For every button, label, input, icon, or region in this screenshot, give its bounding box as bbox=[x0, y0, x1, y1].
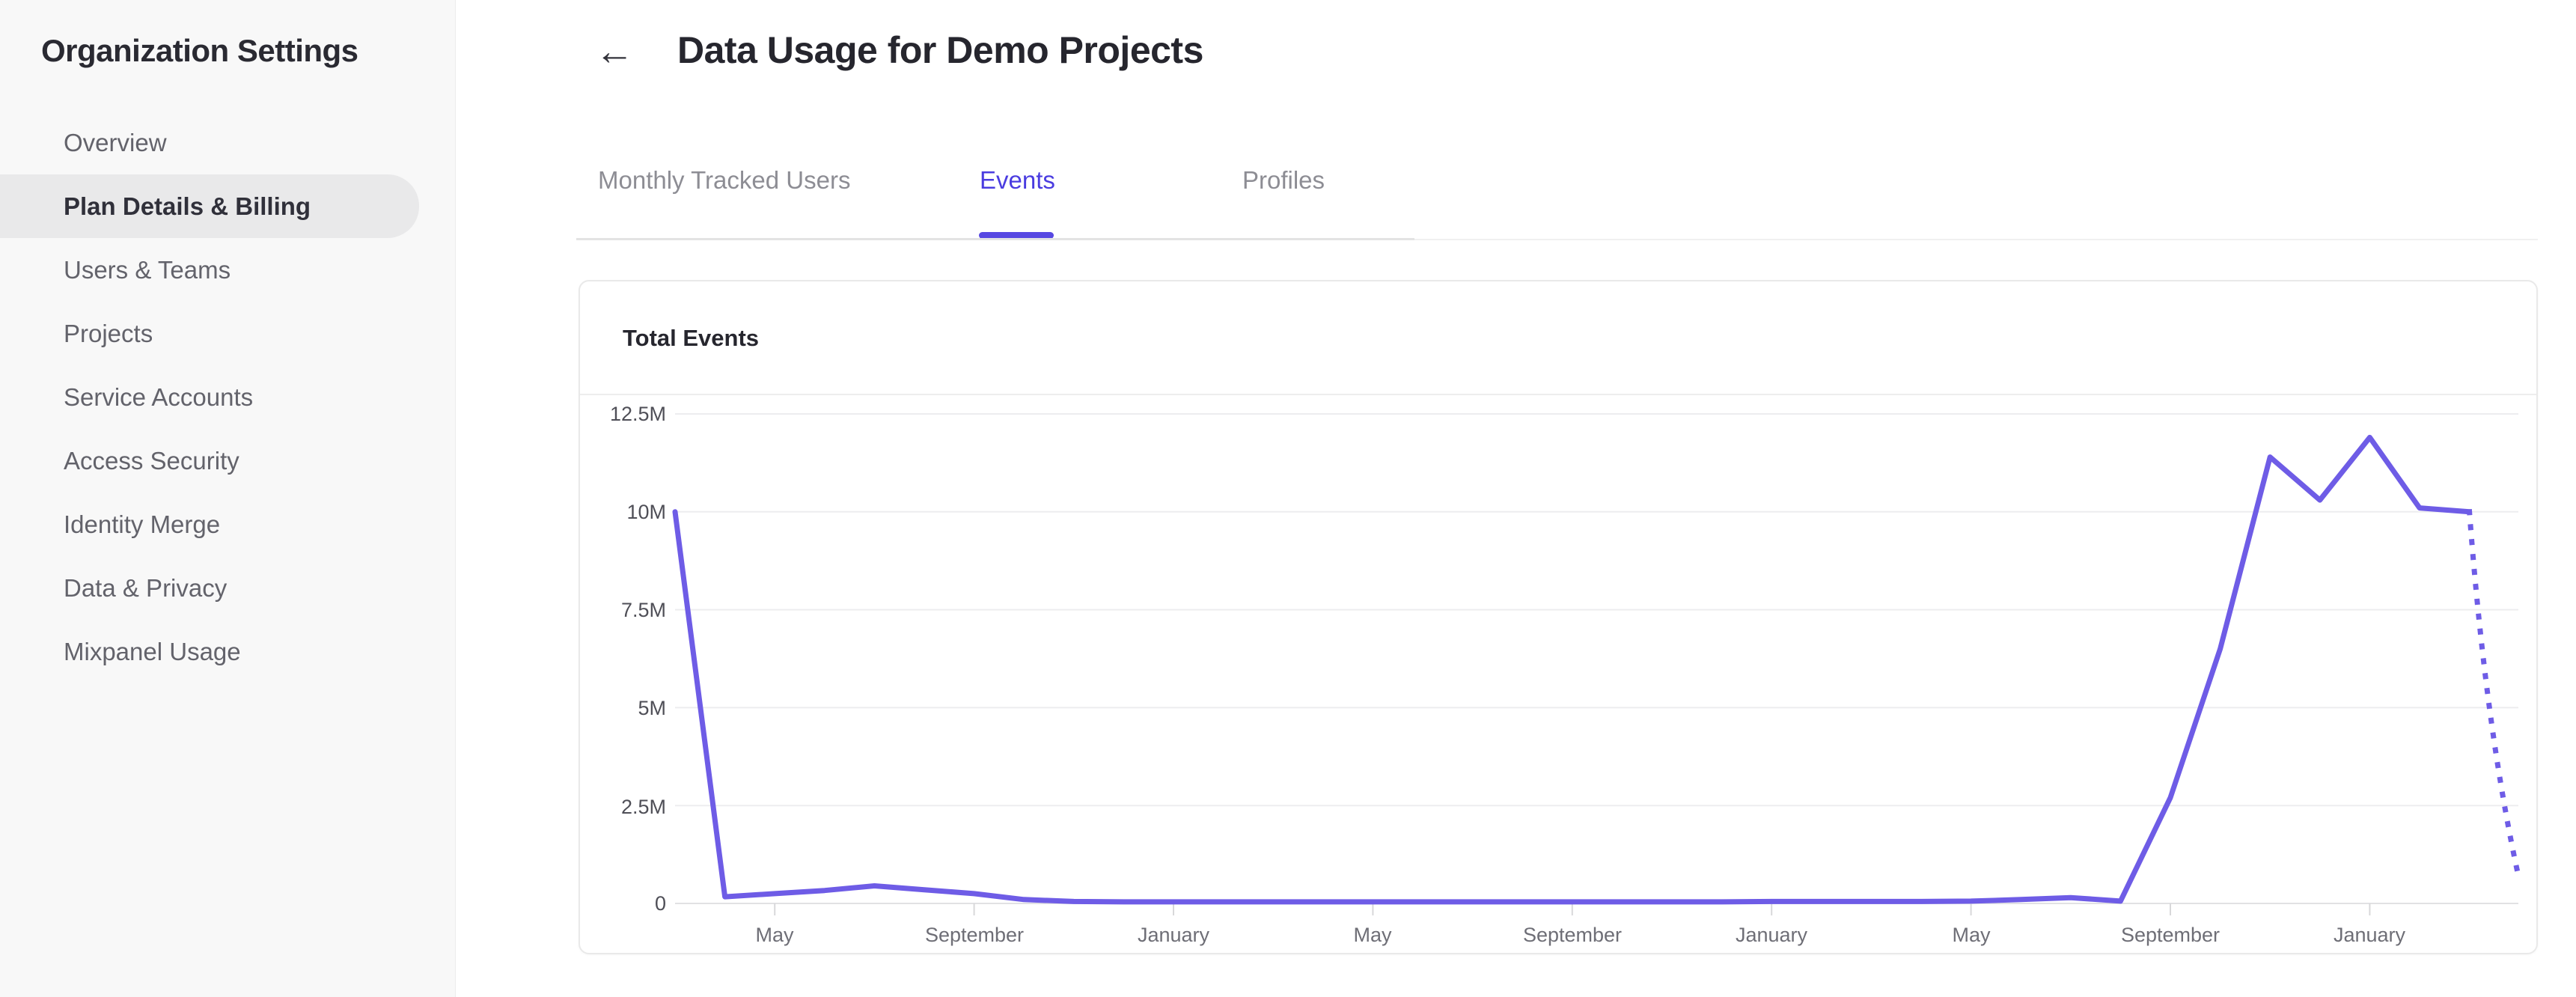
y-axis-label: 10M bbox=[626, 501, 666, 523]
sidebar: Organization Settings Overview Plan Deta… bbox=[0, 0, 456, 997]
y-axis-label: 2.5M bbox=[620, 796, 666, 818]
sidebar-nav-list: Overview Plan Details & Billing Users & … bbox=[0, 111, 456, 683]
chart-title: Total Events bbox=[623, 325, 760, 351]
y-axis-label: 7.5M bbox=[620, 599, 666, 621]
sidebar-item-plan-details-billing[interactable]: Plan Details & Billing bbox=[0, 174, 419, 238]
events-projected-dotted-line[interactable] bbox=[2466, 509, 2523, 883]
back-arrow-icon[interactable]: ← bbox=[588, 25, 641, 78]
y-axis-label: 5M bbox=[638, 697, 666, 719]
tabs-bottom-border bbox=[576, 238, 1414, 240]
x-axis-label: January bbox=[2333, 924, 2406, 946]
sidebar-item-service-accounts[interactable]: Service Accounts bbox=[0, 365, 456, 429]
tab-monthly-tracked-users[interactable]: Monthly Tracked Users bbox=[598, 165, 850, 195]
tabs-bottom-border-extension bbox=[1414, 239, 2538, 240]
tab-events[interactable]: Events bbox=[980, 165, 1055, 195]
sidebar-item-access-security[interactable]: Access Security bbox=[0, 429, 456, 493]
total-events-card: Total Events 12.5M 10M 7.5M 5M 2.5M 0 Ma… bbox=[579, 280, 2538, 954]
total-events-line-chart[interactable] bbox=[580, 394, 2539, 956]
organization-settings-screen: Organization Settings Overview Plan Deta… bbox=[0, 0, 2576, 997]
y-axis-label: 12.5M bbox=[609, 403, 666, 425]
x-axis-label: May bbox=[1952, 924, 1991, 946]
sidebar-item-data-privacy[interactable]: Data & Privacy bbox=[0, 556, 456, 620]
y-axis-label: 0 bbox=[654, 892, 666, 915]
sidebar-title: Organization Settings bbox=[41, 33, 358, 68]
page-title: Data Usage for Demo Projects bbox=[677, 29, 1203, 71]
x-axis-label: September bbox=[2120, 924, 2221, 946]
x-axis-label: January bbox=[1137, 924, 1210, 946]
x-axis-label: September bbox=[1522, 924, 1623, 946]
x-axis-label: January bbox=[1735, 924, 1808, 946]
sidebar-item-overview[interactable]: Overview bbox=[0, 111, 456, 174]
sidebar-item-mixpanel-usage[interactable]: Mixpanel Usage bbox=[0, 620, 456, 683]
tab-profiles[interactable]: Profiles bbox=[1242, 165, 1325, 195]
x-axis-label: May bbox=[1353, 924, 1392, 946]
sidebar-item-projects[interactable]: Projects bbox=[0, 302, 456, 365]
sidebar-item-users-teams[interactable]: Users & Teams bbox=[0, 238, 456, 302]
x-axis-label: May bbox=[755, 924, 794, 946]
x-axis-label: September bbox=[924, 924, 1025, 946]
sidebar-item-identity-merge[interactable]: Identity Merge bbox=[0, 493, 456, 556]
events-line[interactable] bbox=[672, 434, 2473, 905]
